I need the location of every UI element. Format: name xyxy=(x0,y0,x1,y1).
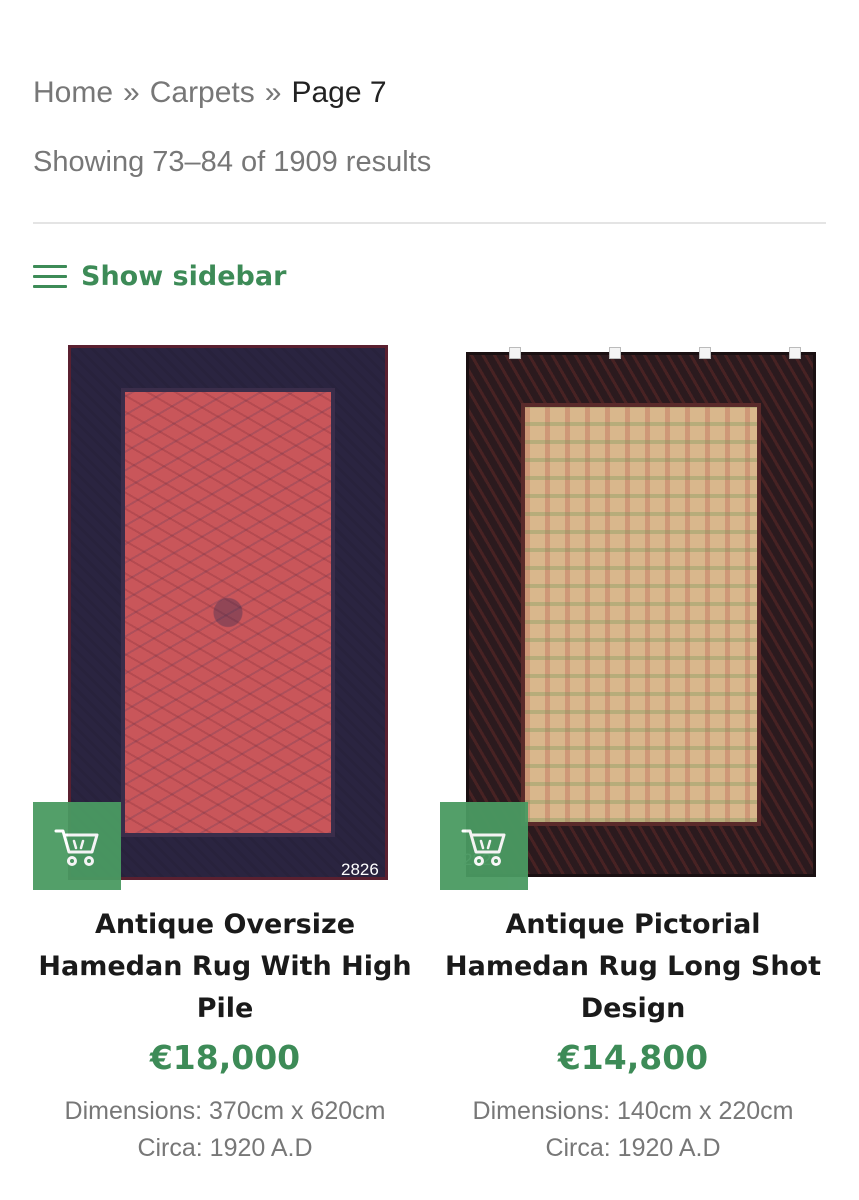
rug-field xyxy=(521,403,761,826)
hamburger-menu-icon xyxy=(33,263,67,289)
product-card: 2826 Antique Oversize Hamedan Rug With H… xyxy=(25,330,425,1167)
add-to-cart-button[interactable] xyxy=(33,802,121,890)
hanger-clip xyxy=(509,347,521,359)
show-sidebar-label: Show sidebar xyxy=(81,260,287,292)
product-title[interactable]: Antique Oversize Hamedan Rug With High P… xyxy=(25,904,425,1030)
product-circa: Circa: 1920 A.D xyxy=(545,1134,721,1162)
add-to-cart-button[interactable] xyxy=(440,802,528,890)
cart-icon xyxy=(461,829,506,866)
product-image-wrap: 2822 xyxy=(433,330,833,890)
product-dimensions: Dimensions: 370cm x 620cm xyxy=(64,1097,386,1125)
product-sku: 2826 xyxy=(341,860,379,879)
breadcrumb: Home » Carpets » Page 7 xyxy=(33,76,387,110)
rug-field xyxy=(121,388,335,837)
product-image-wrap: 2826 xyxy=(25,330,425,890)
product-title[interactable]: Antique Pictorial Hamedan Rug Long Shot … xyxy=(433,904,833,1030)
result-count: Showing 73–84 of 1909 results xyxy=(33,146,432,178)
breadcrumb-separator: » xyxy=(123,76,140,109)
product-price: €14,800 xyxy=(557,1038,709,1077)
breadcrumb-separator: » xyxy=(264,76,282,109)
product-circa: Circa: 1920 A.D xyxy=(137,1134,313,1162)
hanger-clip xyxy=(789,347,801,359)
hanger-clip xyxy=(609,347,621,359)
show-sidebar-button[interactable]: Show sidebar xyxy=(33,256,286,296)
product-image[interactable] xyxy=(68,345,388,880)
product-price: €18,000 xyxy=(149,1038,301,1077)
divider xyxy=(33,222,826,224)
product-card: 2822 Antique Pictorial Hamedan Rug Long … xyxy=(433,330,833,1167)
hanger-clip xyxy=(699,347,711,359)
breadcrumb-carpets-link[interactable]: Carpets xyxy=(150,76,255,109)
breadcrumb-home-link[interactable]: Home xyxy=(33,76,113,109)
product-dimensions: Dimensions: 140cm x 220cm xyxy=(472,1097,794,1125)
product-image[interactable] xyxy=(466,347,816,877)
cart-icon xyxy=(54,829,99,866)
breadcrumb-current-page: Page 7 xyxy=(291,76,387,109)
